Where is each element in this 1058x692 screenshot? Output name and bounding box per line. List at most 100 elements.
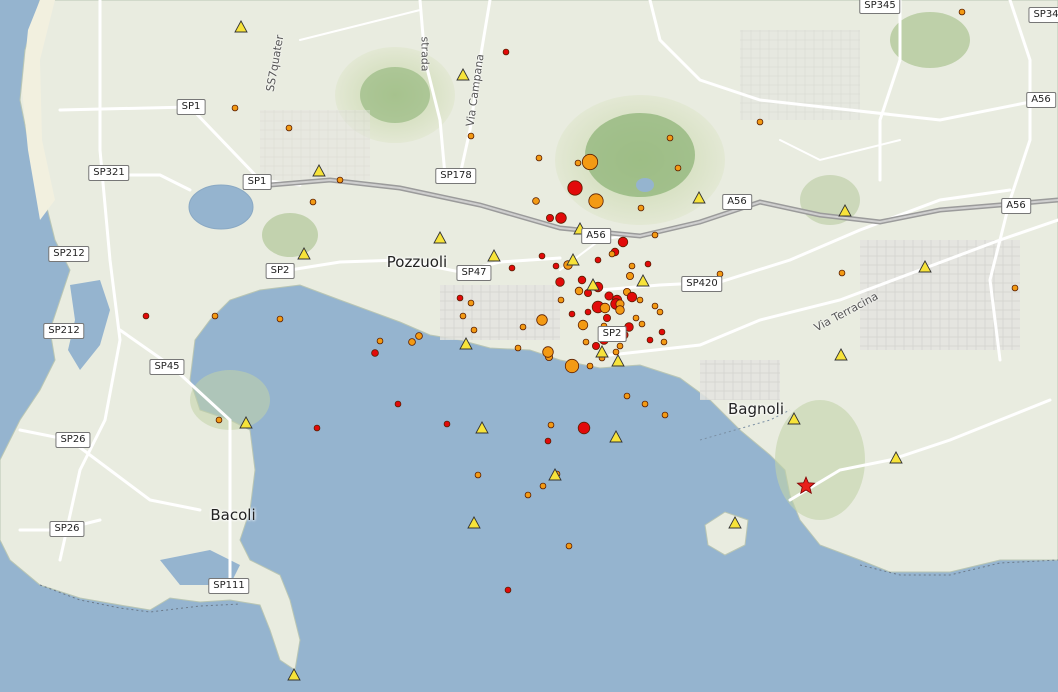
earthquake-marker-icon[interactable] — [142, 312, 150, 320]
earthquake-marker-icon[interactable] — [661, 411, 669, 419]
earthquake-marker-icon[interactable] — [524, 491, 532, 499]
earthquake-marker-icon[interactable] — [603, 313, 612, 322]
earthquake-marker-icon[interactable] — [636, 296, 644, 304]
earthquake-marker-icon[interactable] — [574, 159, 582, 167]
earthquake-marker-icon[interactable] — [508, 264, 516, 272]
earthquake-marker-icon[interactable] — [646, 336, 654, 344]
road-shield-sp2-b: SP2 — [597, 326, 627, 342]
road-shield-a56-d: A56 — [581, 228, 611, 244]
earthquake-marker-icon[interactable] — [535, 154, 543, 162]
earthquake-marker-icon[interactable] — [637, 204, 645, 212]
earthquake-marker-icon[interactable] — [616, 342, 624, 350]
earthquake-marker-icon[interactable] — [586, 362, 594, 370]
earthquake-marker-icon[interactable] — [371, 349, 379, 357]
earthquake-marker-icon[interactable] — [588, 193, 604, 209]
earthquake-marker-icon[interactable] — [608, 250, 616, 258]
urban-bagnoli — [700, 360, 780, 400]
place-label-pozzuoli: Pozzuoli — [386, 253, 448, 271]
earthquake-marker-icon[interactable] — [376, 337, 384, 345]
earthquake-marker-icon[interactable] — [615, 305, 625, 315]
earthquake-marker-icon[interactable] — [215, 416, 223, 424]
earthquake-marker-icon[interactable] — [584, 288, 593, 297]
earthquake-marker-icon[interactable] — [514, 344, 522, 352]
earthquake-marker-icon[interactable] — [604, 291, 614, 301]
earthquake-marker-icon[interactable] — [656, 308, 664, 316]
earthquake-marker-icon[interactable] — [581, 153, 599, 171]
earthquake-marker-icon[interactable] — [546, 213, 555, 222]
earthquake-marker-icon[interactable] — [538, 252, 546, 260]
earthquake-marker-icon[interactable] — [313, 424, 321, 432]
hill-ne — [890, 12, 970, 68]
earthquake-marker-icon[interactable] — [626, 291, 638, 303]
earthquake-marker-icon[interactable] — [285, 124, 293, 132]
earthquake-marker-icon[interactable] — [555, 277, 565, 287]
earthquake-marker-icon[interactable] — [958, 8, 966, 16]
earthquake-marker-icon[interactable] — [617, 236, 629, 248]
earthquake-marker-icon[interactable] — [547, 421, 555, 429]
map-view[interactable]: Pozzuoli Bagnoli Bacoli SS7quater strada… — [0, 0, 1058, 692]
earthquake-marker-icon[interactable] — [644, 260, 652, 268]
earthquake-marker-icon[interactable] — [623, 392, 631, 400]
earthquake-marker-icon[interactable] — [838, 269, 846, 277]
earthquake-marker-icon[interactable] — [674, 164, 682, 172]
earthquake-marker-icon[interactable] — [336, 176, 344, 184]
earthquake-marker-icon[interactable] — [658, 328, 666, 336]
earthquake-marker-icon[interactable] — [532, 197, 540, 205]
earthquake-marker-icon[interactable] — [666, 134, 674, 142]
earthquake-marker-icon[interactable] — [567, 180, 583, 196]
earthquake-marker-icon[interactable] — [459, 312, 467, 320]
earthquake-marker-icon[interactable] — [211, 312, 219, 320]
earthquake-marker-icon[interactable] — [544, 437, 552, 445]
earthquake-marker-icon[interactable] — [651, 302, 659, 310]
earthquake-marker-icon[interactable] — [565, 542, 573, 550]
earthquake-marker-icon[interactable] — [456, 294, 464, 302]
earthquake-marker-icon[interactable] — [467, 132, 475, 140]
earthquake-marker-icon[interactable] — [1011, 284, 1019, 292]
earthquake-marker-icon[interactable] — [632, 314, 640, 322]
earthquake-marker-icon[interactable] — [415, 332, 423, 340]
earthquake-marker-icon[interactable] — [555, 212, 567, 224]
earthquake-marker-icon[interactable] — [626, 271, 635, 280]
earthquake-marker-icon[interactable] — [564, 358, 580, 374]
earthquake-marker-icon[interactable] — [638, 320, 646, 328]
earthquake-marker-icon[interactable] — [584, 308, 592, 316]
road-shield-sp45: SP45 — [149, 359, 185, 375]
earthquake-marker-icon[interactable] — [474, 471, 482, 479]
earthquake-marker-icon[interactable] — [628, 262, 636, 270]
earthquake-marker-icon[interactable] — [504, 586, 512, 594]
earthquake-marker-icon[interactable] — [577, 275, 587, 285]
road-shield-sp212-b: SP212 — [43, 323, 85, 339]
earthquake-marker-icon[interactable] — [443, 420, 451, 428]
earthquake-marker-icon[interactable] — [577, 421, 591, 435]
road-shield-sp34: SP34 — [1028, 7, 1058, 23]
earthquake-marker-icon[interactable] — [536, 314, 548, 326]
earthquake-marker-icon[interactable] — [582, 338, 590, 346]
earthquake-marker-icon[interactable] — [539, 482, 547, 490]
earthquake-marker-icon[interactable] — [641, 400, 649, 408]
earthquake-marker-icon[interactable] — [568, 310, 576, 318]
earthquake-marker-icon[interactable] — [651, 231, 659, 239]
earthquake-marker-icon[interactable] — [470, 326, 478, 334]
earthquake-marker-icon[interactable] — [231, 104, 239, 112]
earthquake-marker-icon[interactable] — [557, 296, 565, 304]
earthquake-marker-icon[interactable] — [612, 348, 620, 356]
earthquake-marker-icon[interactable] — [574, 286, 584, 296]
earthquake-marker-icon[interactable] — [577, 319, 589, 331]
road-shield-sp2: SP2 — [265, 263, 295, 279]
earthquake-marker-icon[interactable] — [660, 338, 668, 346]
earthquake-marker-icon[interactable] — [592, 341, 601, 350]
earthquake-marker-icon[interactable] — [276, 315, 284, 323]
earthquake-marker-icon[interactable] — [519, 323, 527, 331]
earthquake-marker-icon[interactable] — [394, 400, 402, 408]
urban-north — [740, 30, 860, 120]
earthquake-marker-icon[interactable] — [552, 262, 560, 270]
earthquake-marker-icon[interactable] — [467, 299, 475, 307]
earthquake-marker-icon[interactable] — [594, 256, 602, 264]
earthquake-marker-icon[interactable] — [599, 302, 611, 314]
earthquake-marker-icon[interactable] — [756, 118, 764, 126]
earthquake-marker-icon[interactable] — [408, 338, 416, 346]
earthquake-marker-icon[interactable] — [542, 346, 554, 358]
earthquake-marker-icon[interactable] — [309, 198, 317, 206]
earthquake-marker-icon[interactable] — [502, 48, 510, 56]
road-shield-sp111: SP111 — [208, 578, 250, 594]
